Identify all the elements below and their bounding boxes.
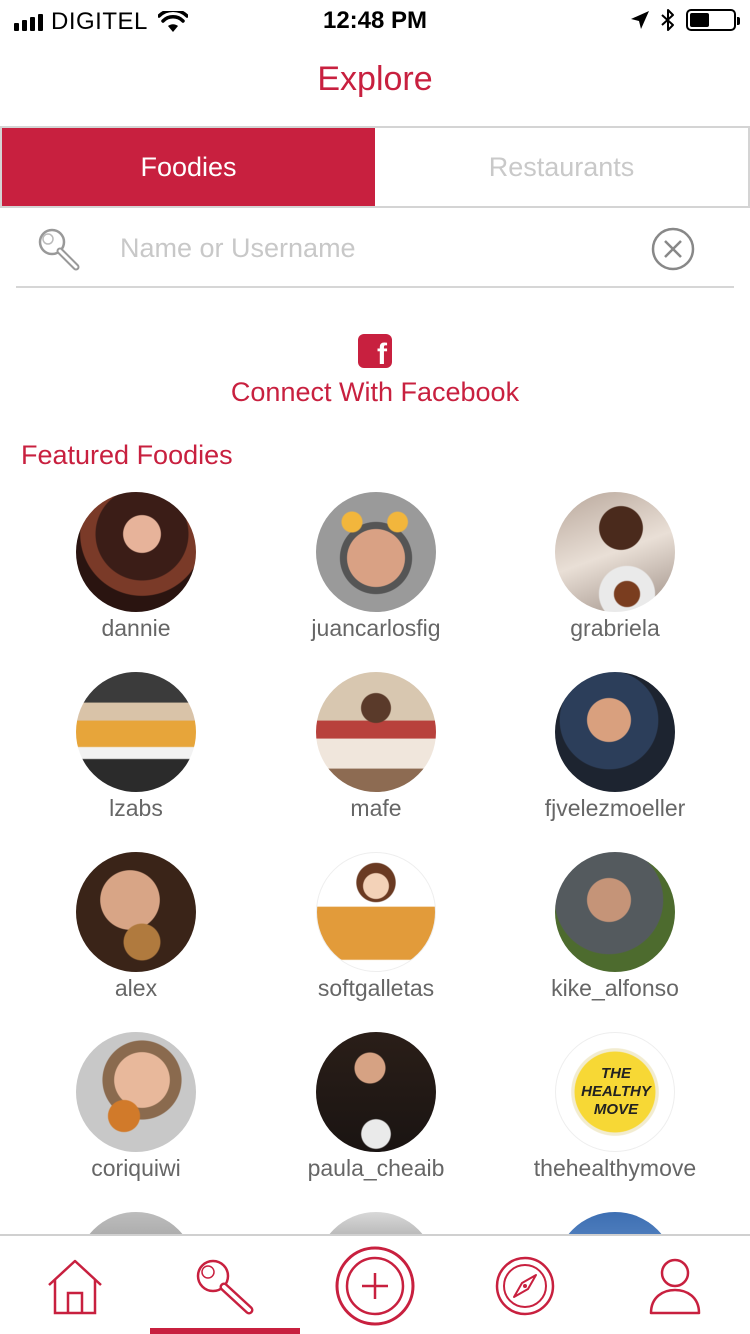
foodie-username[interactable]: paula_cheaib (256, 1154, 496, 1183)
tab-foodies[interactable]: Foodies (2, 128, 375, 206)
foodie-item[interactable]: paula_cheaib (256, 1032, 496, 1212)
avatar-logo-text: THE HEALTHY MOVE (581, 1065, 651, 1118)
home-icon (48, 1259, 102, 1315)
active-tab-indicator (150, 1328, 300, 1334)
avatar[interactable] (316, 492, 436, 612)
foodie-item[interactable]: softgalletas (256, 852, 496, 1032)
foodie-username[interactable]: alex (16, 974, 256, 1003)
battery-icon (686, 9, 740, 31)
tab-home[interactable] (0, 1236, 150, 1334)
segmented-control: Foodies Restaurants (0, 126, 750, 208)
foodie-username[interactable]: softgalletas (256, 974, 496, 1003)
avatar[interactable] (76, 672, 196, 792)
tab-bar (0, 1234, 750, 1334)
foodie-item[interactable]: dannie (16, 492, 256, 672)
foodie-item[interactable]: coriquiwi (16, 1032, 256, 1212)
search-input[interactable] (120, 230, 620, 266)
status-right (630, 8, 740, 32)
foodie-username[interactable]: coriquiwi (16, 1154, 256, 1183)
facebook-icon: f (358, 334, 392, 370)
avatar[interactable] (555, 672, 675, 792)
foodie-item[interactable]: juancarlosfig (256, 492, 496, 672)
foodie-row-partial (16, 1212, 734, 1236)
avatar[interactable] (555, 492, 675, 612)
foodie-item[interactable]: mafe (256, 672, 496, 852)
avatar[interactable]: THE HEALTHY MOVE (555, 1032, 675, 1152)
search-bar (16, 208, 734, 288)
avatar[interactable] (76, 852, 196, 972)
tab-search[interactable] (150, 1236, 300, 1334)
avatar[interactable] (76, 492, 196, 612)
tab-profile[interactable] (600, 1236, 750, 1334)
search-icon (196, 1259, 254, 1315)
avatar[interactable] (555, 852, 675, 972)
facebook-connect[interactable]: f Connect With Facebook (0, 334, 750, 408)
foodie-item[interactable]: grabriela (496, 492, 734, 672)
foodie-username[interactable]: mafe (256, 794, 496, 823)
foodie-username[interactable]: kike_alfonso (496, 974, 734, 1003)
avatar[interactable] (76, 1212, 196, 1236)
avatar[interactable] (316, 672, 436, 792)
avatar[interactable] (316, 1032, 436, 1152)
add-icon (335, 1246, 415, 1326)
foodie-username[interactable]: dannie (16, 614, 256, 643)
battery-level (690, 13, 709, 27)
compass-icon (495, 1256, 555, 1316)
page-title: Explore (317, 60, 433, 98)
tab-explore[interactable] (450, 1236, 600, 1334)
featured-foodies-title: Featured Foodies (21, 440, 233, 470)
avatar[interactable] (76, 1032, 196, 1152)
search-icon (38, 228, 80, 271)
avatar[interactable] (316, 1212, 436, 1236)
tab-restaurants[interactable]: Restaurants (375, 128, 748, 206)
foodie-username[interactable]: juancarlosfig (256, 614, 496, 643)
foodie-username[interactable]: thehealthymove (496, 1154, 734, 1183)
facebook-connect-label[interactable]: Connect With Facebook (0, 377, 750, 408)
clear-search-icon[interactable] (650, 226, 696, 272)
avatar[interactable] (316, 852, 436, 972)
foodie-username[interactable]: grabriela (496, 614, 734, 643)
foodie-item[interactable]: THE HEALTHY MOVE thehealthymove (496, 1032, 734, 1212)
foodie-username[interactable]: fjvelezmoeller (496, 794, 734, 823)
foodie-item[interactable]: kike_alfonso (496, 852, 734, 1032)
tab-add[interactable] (300, 1236, 450, 1334)
featured-foodies-grid: dannie juancarlosfig grabriela lzabs maf… (16, 492, 734, 1212)
profile-icon (649, 1258, 701, 1315)
foodie-item[interactable]: lzabs (16, 672, 256, 852)
foodie-item[interactable]: alex (16, 852, 256, 1032)
foodie-username[interactable]: lzabs (16, 794, 256, 823)
avatar[interactable] (555, 1212, 675, 1236)
foodie-item[interactable]: fjvelezmoeller (496, 672, 734, 852)
status-bar: DIGITEL 12:48 PM (0, 0, 750, 40)
bluetooth-icon (661, 9, 674, 31)
location-arrow-icon (631, 11, 649, 29)
